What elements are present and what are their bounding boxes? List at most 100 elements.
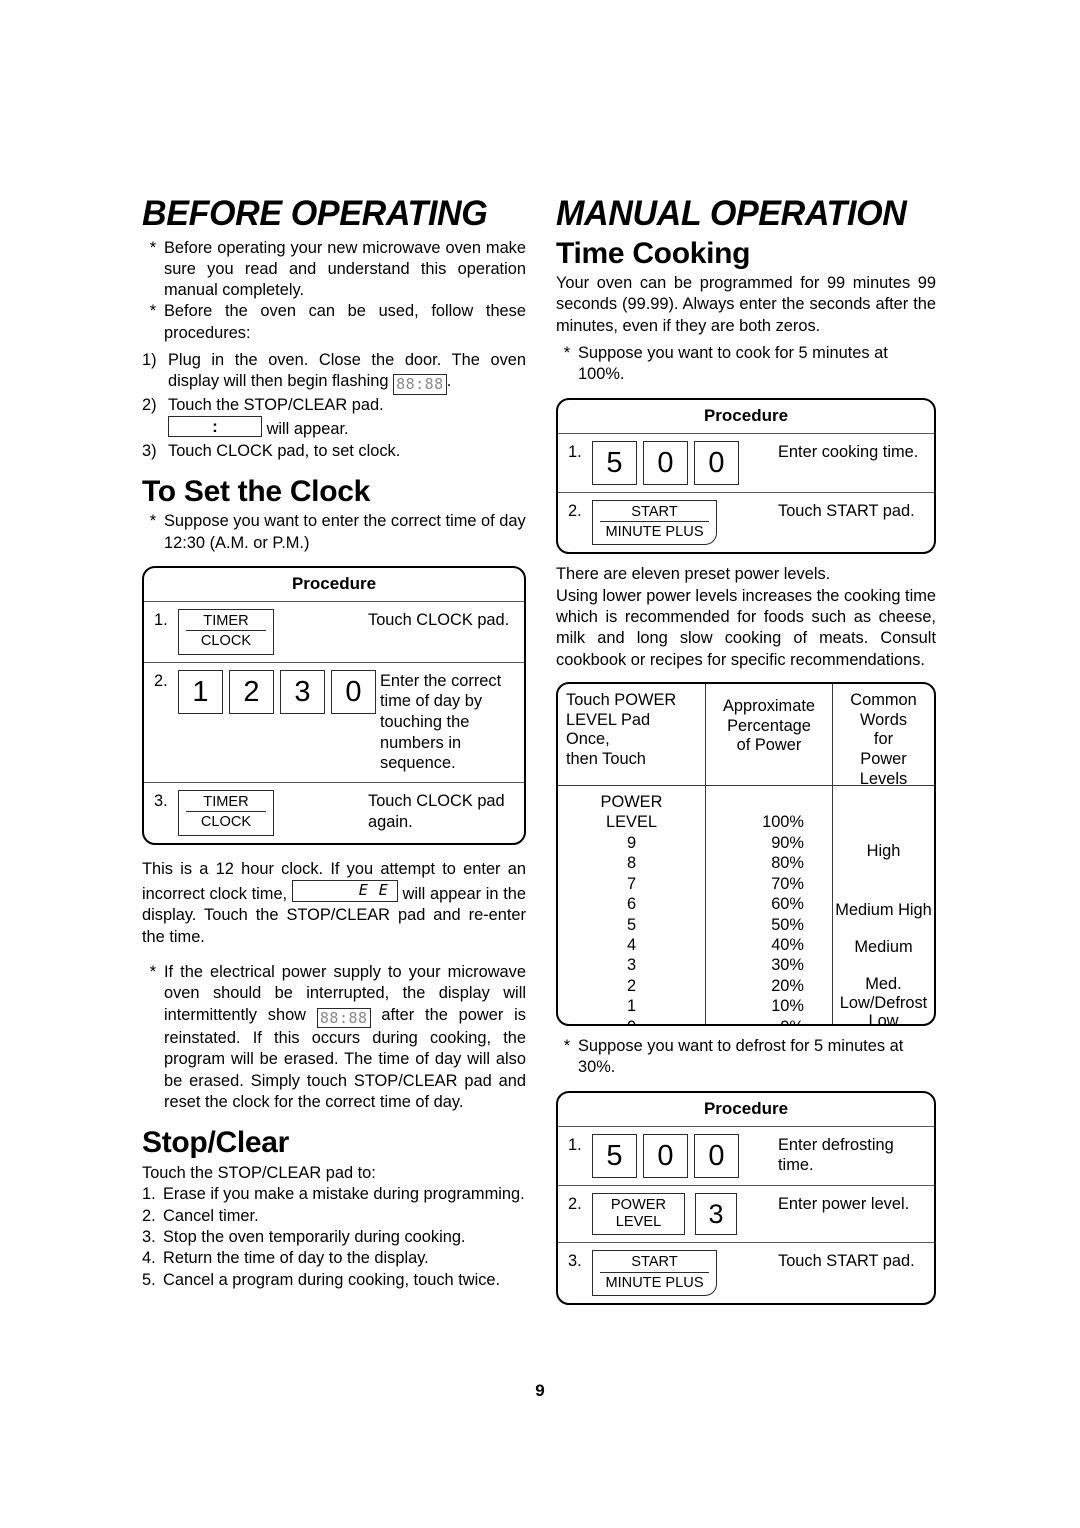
power-level-value: 0	[564, 1017, 699, 1024]
pad-line-1: POWER	[610, 1196, 667, 1213]
common-word: Low	[868, 1011, 899, 1026]
number-key[interactable]: 0	[643, 1133, 688, 1178]
header-line-3: for	[873, 730, 894, 749]
item-number: 3.	[142, 1227, 156, 1246]
number-key[interactable]: 3	[280, 669, 325, 714]
timer-clock-pad[interactable]: TIMER CLOCK	[178, 790, 274, 836]
percentage-value	[712, 792, 804, 812]
number-key[interactable]: 3	[695, 1192, 737, 1235]
item-text: Cancel a program during cooking, touch t…	[163, 1270, 501, 1289]
intro-bullet-2: * Before the oven can be used, follow th…	[142, 301, 526, 344]
start-minute-plus-pad[interactable]: START MINUTE PLUS	[592, 499, 717, 546]
percentage-value: 60%	[771, 895, 804, 914]
step-1-period: .	[446, 372, 452, 391]
percentage-value: 80%	[771, 854, 804, 873]
page-number: 9	[535, 1381, 545, 1400]
power-level-values: POWER LEVEL 9 8 7 6 5 4 3 2 1 0	[558, 786, 705, 1024]
display-blank-chip: :	[168, 416, 262, 438]
percentage-value: 50%	[771, 915, 804, 934]
power-level-value: 4	[626, 935, 637, 954]
power-level-value: 6	[626, 895, 637, 914]
power-table-column-common-words: Common Words for Power Levels High Mediu…	[833, 684, 934, 1024]
percentage-value: 70%	[771, 874, 804, 893]
common-word: Med. Low/Defrost	[839, 974, 928, 1012]
row-number: 1.	[154, 611, 168, 630]
table-row: 1. TIMER CLOCK Touch CLOCK pad.	[144, 602, 524, 663]
clock-error-paragraph: This is a 12 hour clock. If you attempt …	[142, 859, 526, 948]
item-number: 4.	[142, 1249, 156, 1268]
list-item: 2. Cancel timer.	[142, 1206, 526, 1227]
row-number: 2.	[154, 671, 168, 690]
power-levels-note-line1: There are eleven preset power levels.	[556, 565, 831, 584]
row-number: 1.	[568, 1135, 582, 1154]
power-interruption-bullet: * If the electrical power supply to your…	[142, 962, 526, 1113]
cook-bullet: * Suppose you want to cook for 5 minutes…	[556, 343, 936, 386]
power-level-value: 9	[626, 833, 637, 852]
procedure-title: Procedure	[144, 568, 524, 603]
bullet-marker: *	[149, 963, 157, 982]
clock-bullet: * Suppose you want to enter the correct …	[142, 511, 526, 554]
percentage-values: 100% 90% 80% 70% 60% 50% 40% 30% 20% 10%…	[706, 786, 832, 1024]
percentage-value: 30%	[771, 956, 804, 975]
intro-bullet-1-text: Before operating your new microwave oven…	[164, 238, 526, 300]
power-level-value: 1	[626, 997, 637, 1016]
list-item: 1. Erase if you make a mistake during pr…	[142, 1184, 526, 1205]
time-cooking-paragraph: Your oven can be programmed for 99 minut…	[556, 274, 936, 335]
stop-clear-intro: Touch the STOP/CLEAR pad to:	[142, 1163, 376, 1182]
heading-to-set-the-clock: To Set the Clock	[142, 474, 371, 508]
start-minute-plus-pad[interactable]: START MINUTE PLUS	[592, 1250, 717, 1296]
number-key[interactable]: 5	[592, 1133, 637, 1178]
heading-time-cooking: Time Cooking	[556, 236, 751, 270]
item-number: 2.	[142, 1206, 156, 1225]
item-text: Return the time of day to the display.	[163, 1249, 429, 1268]
pad-line-2: MINUTE PLUS	[605, 523, 704, 540]
setup-step-2-display-line: : will appear.	[142, 416, 526, 440]
number-key[interactable]: 0	[694, 440, 739, 485]
table-row: 3. START MINUTE PLUS Touch START pad.	[558, 1243, 934, 1303]
manual-page: BEFORE OPERATING * Before operating your…	[0, 0, 1080, 1528]
defrost-bullet: * Suppose you want to defrost for 5 minu…	[556, 1036, 936, 1079]
percentage-value: 20%	[771, 976, 804, 995]
item-text: Stop the oven temporarily during cooking…	[163, 1227, 466, 1246]
list-item: 4. Return the time of day to the display…	[142, 1248, 526, 1269]
procedure-title: Procedure	[558, 1093, 934, 1127]
bullet-marker: *	[563, 1036, 571, 1055]
number-key[interactable]: 5	[592, 440, 637, 485]
bullet-marker: *	[149, 302, 157, 321]
header-line-1: Common	[850, 690, 917, 709]
pad-line-2: CLOCK	[200, 633, 252, 650]
section-banner-manual-operation: MANUAL OPERATION	[556, 193, 907, 233]
left-column: BEFORE OPERATING * Before operating your…	[142, 195, 526, 1291]
step-3-marker: 3)	[142, 441, 157, 460]
procedure-title: Procedure	[558, 400, 934, 434]
intro-bullet-2-text: Before the oven can be used, follow thes…	[164, 302, 526, 342]
defrost-procedure-table: Procedure 1. 5 0 0 Enter defrosting time…	[556, 1090, 936, 1305]
row-description: Touch START pad.	[778, 1252, 915, 1271]
percentage-value: 10%	[771, 997, 804, 1016]
row-description: Enter cooking time.	[778, 442, 919, 461]
row-number: 2.	[568, 1194, 582, 1213]
timer-clock-pad[interactable]: TIMER CLOCK	[178, 609, 274, 655]
power-level-value: 3	[626, 956, 637, 975]
row-number: 1.	[568, 442, 582, 461]
number-key[interactable]: 0	[331, 669, 376, 714]
pad-line-1: TIMER	[186, 613, 266, 632]
item-text: Erase if you make a mistake during progr…	[163, 1185, 525, 1204]
number-key[interactable]: 1	[178, 669, 223, 714]
percentage-value: 100%	[762, 813, 804, 832]
table-row: 2. POWER LEVEL 3 Enter power level.	[558, 1186, 934, 1244]
cook-bullet-text: Suppose you want to cook for 5 minutes a…	[578, 343, 888, 384]
power-level-pad[interactable]: POWER LEVEL	[592, 1192, 685, 1236]
step-3-text: Touch CLOCK pad, to set clock.	[168, 441, 401, 460]
number-key[interactable]: 0	[694, 1133, 739, 1178]
row-description: Touch CLOCK pad.	[368, 611, 510, 630]
common-word: Medium	[854, 937, 913, 956]
common-words-values: High Medium High Medium Med. Low/Defrost…	[833, 786, 934, 1024]
step-2-after-text: will appear.	[266, 420, 349, 439]
power-level-value: 7	[626, 874, 637, 893]
number-key[interactable]: 2	[229, 669, 274, 714]
time-cooking-procedure-table: Procedure 1. 5 0 0 Enter cooking time. 2…	[556, 397, 936, 555]
number-key[interactable]: 0	[643, 440, 688, 485]
row-description: Enter power level.	[778, 1194, 910, 1213]
common-word: Medium High	[835, 900, 932, 919]
